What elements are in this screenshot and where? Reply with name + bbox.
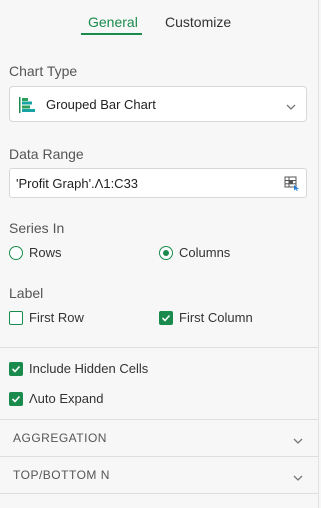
chart-type-dropdown[interactable]: Grouped Bar Chart xyxy=(9,86,307,122)
first-row-label: First Row xyxy=(29,310,84,325)
series-columns-label: Columns xyxy=(179,245,231,260)
aggregation-accordion[interactable]: AGGREGATION xyxy=(0,420,319,456)
checkbox-checked[interactable] xyxy=(9,362,23,376)
tab-customize[interactable]: Customize xyxy=(165,14,231,30)
tab-bar: General Customize xyxy=(0,0,319,46)
data-range-value: 'Profit Graph'.Λ1:C33 xyxy=(16,176,139,191)
data-range-label: Data Range xyxy=(9,146,84,162)
checkbox-checked[interactable] xyxy=(159,311,173,325)
series-in-label: Series In xyxy=(9,220,65,236)
top-bottom-n-label: TOP/BOTTOM N xyxy=(13,468,110,482)
divider xyxy=(0,493,319,494)
range-select-icon[interactable] xyxy=(284,175,300,191)
series-rows-radio[interactable]: Rows xyxy=(9,245,89,261)
aggregation-label: AGGREGATION xyxy=(13,431,107,445)
radio-checked[interactable] xyxy=(159,246,173,260)
first-row-checkbox[interactable]: First Row xyxy=(9,310,109,326)
chart-settings-panel: General Customize Chart Type Grouped Bar… xyxy=(0,0,319,508)
include-hidden-cells-checkbox[interactable]: Include Hidden Cells xyxy=(9,361,189,377)
chart-type-value: Grouped Bar Chart xyxy=(46,97,156,112)
tab-general[interactable]: General xyxy=(88,14,138,30)
top-bottom-n-accordion[interactable]: TOP/BOTTOM N xyxy=(0,457,319,493)
label-section-label: Label xyxy=(9,285,44,301)
series-rows-label: Rows xyxy=(29,245,62,260)
first-column-checkbox[interactable]: First Column xyxy=(159,310,279,326)
checkbox-checked[interactable] xyxy=(9,392,23,406)
series-columns-radio[interactable]: Columns xyxy=(159,245,259,261)
chart-type-label: Chart Type xyxy=(9,63,78,79)
checkbox-unchecked[interactable] xyxy=(9,311,23,325)
auto-expand-checkbox[interactable]: Λuto Expand xyxy=(9,391,149,407)
chevron-down-icon xyxy=(293,433,303,444)
active-tab-indicator xyxy=(81,33,142,35)
auto-expand-label: Λuto Expand xyxy=(29,391,104,406)
first-column-label: First Column xyxy=(179,310,253,325)
data-range-input[interactable]: 'Profit Graph'.Λ1:C33 xyxy=(9,168,307,198)
divider xyxy=(0,347,319,348)
grouped-bar-chart-icon xyxy=(19,97,37,113)
chevron-down-icon xyxy=(286,99,296,110)
include-hidden-cells-label: Include Hidden Cells xyxy=(29,361,149,376)
radio-unchecked[interactable] xyxy=(9,246,23,260)
chevron-down-icon xyxy=(293,470,303,481)
